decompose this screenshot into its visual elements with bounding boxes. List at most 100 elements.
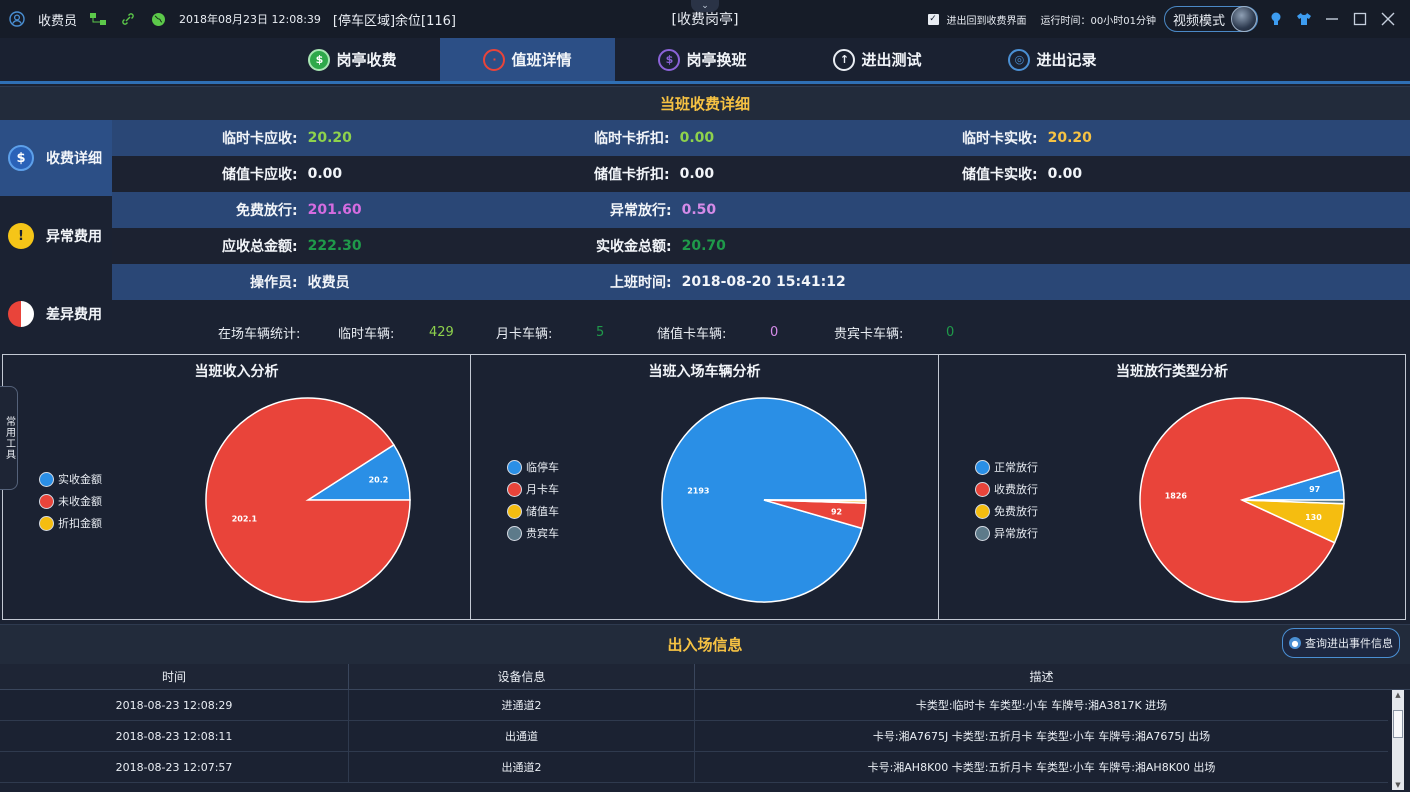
chart-panel-release-types: 当班放行类型分析 正常放行 收费放行 免费放行 异常放行 97 1826 130	[939, 355, 1405, 619]
close-icon[interactable]	[1378, 9, 1398, 29]
cell-description: 卡类型:临时卡 车类型:小车 车牌号:湘A3817K 进场	[915, 699, 1168, 712]
col-description[interactable]: 描述	[695, 664, 1388, 689]
legend-item[interactable]: 正常放行	[975, 459, 1038, 475]
user-icon[interactable]	[8, 10, 26, 28]
table-scrollbar[interactable]: ▲ ▼	[1392, 690, 1404, 790]
chart-panel-income: 当班收入分析 实收金额 未收金额 折扣金额 20.2 202.1	[3, 355, 471, 619]
scroll-thumb[interactable]	[1393, 710, 1403, 738]
total-paid: 实收金总额: 20.70	[596, 238, 726, 255]
tab-label: 值班详情	[511, 51, 572, 69]
tab-booth-fee[interactable]: $ 岗亭收费	[265, 38, 440, 81]
tab-label: 岗亭换班	[686, 51, 747, 69]
video-mode-label: 视频模式	[1172, 13, 1225, 29]
query-events-label: 查询进出事件信息	[1305, 637, 1393, 650]
shirt-icon[interactable]	[1294, 9, 1314, 29]
stored-paid: 储值卡实收: 0.00	[962, 166, 1083, 183]
chart-title: 当班收入分析	[194, 364, 279, 380]
temp-due: 临时卡应收: 20.20	[222, 130, 352, 147]
tab-entry-exit-records[interactable]: ◎ 进出记录	[965, 38, 1140, 81]
row-release: 免费放行: 201.60 异常放行: 0.50	[112, 192, 1410, 228]
cell-time: 2018-08-23 12:08:29	[0, 690, 349, 720]
dollar-icon: $	[308, 48, 331, 71]
vip-vehicles-label: 贵宾卡车辆:	[834, 326, 904, 342]
legend-swatch	[39, 471, 54, 487]
chart-title: 当班放行类型分析	[1116, 364, 1228, 380]
legend-item[interactable]: 实收金额	[39, 471, 102, 487]
dollar-icon: $	[8, 145, 34, 171]
row-operator: 操作员: 收费员 上班时间: 2018-08-20 15:41:12	[112, 264, 1410, 300]
stored-due: 储值卡应收: 0.00	[222, 166, 343, 183]
exchange-icon: $	[658, 48, 681, 71]
cell-time: 2018-08-23 12:07:57	[0, 752, 349, 782]
legend-swatch	[975, 459, 990, 475]
main-nav: $ 岗亭收费 · 值班详情 $ 岗亭换班 ↑ 进出测试 ◎ 进出记录	[0, 38, 1410, 84]
legend-item[interactable]: 折扣金额	[39, 515, 102, 531]
stored-discount: 储值卡折扣: 0.00	[594, 166, 715, 183]
scroll-down-icon[interactable]: ▼	[1392, 780, 1404, 790]
pie-data-label: 2193	[687, 487, 709, 496]
abnormal-release: 异常放行: 0.50	[610, 202, 717, 219]
col-time[interactable]: 时间	[0, 664, 349, 689]
temp-vehicles-label: 临时车辆:	[338, 326, 395, 342]
minimize-icon[interactable]	[1322, 9, 1342, 29]
charts-area: 当班收入分析 实收金额 未收金额 折扣金额 20.2 202.1 当班入场车辆分析…	[2, 354, 1406, 620]
table-header: 时间 设备信息 描述	[0, 664, 1410, 690]
network-icon	[89, 10, 107, 28]
return-checkbox-label: 进出回到收费界面	[946, 15, 1027, 27]
total-due: 应收总金额: 222.30	[222, 238, 362, 255]
bulb-icon[interactable]	[1266, 9, 1286, 29]
scroll-up-icon[interactable]: ▲	[1392, 690, 1404, 700]
pie-data-label: 92	[831, 507, 842, 516]
vehicle-stats: 在场车辆统计: 临时车辆: 429 月卡车辆: 5 储值卡车辆: 0 贵宾卡车辆…	[112, 312, 1410, 352]
legend-swatch	[975, 503, 990, 519]
chart-legend: 正常放行 收费放行 免费放行 异常放行	[975, 459, 1038, 541]
table-row[interactable]: 2018-08-23 12:08:29 进通道2 卡类型:临时卡 车类型:小车 …	[0, 690, 1388, 721]
maximize-icon[interactable]	[1350, 9, 1370, 29]
video-mode-toggle[interactable]: 视频模式	[1163, 6, 1258, 32]
parking-area: [停车区域]余位[116]	[332, 13, 457, 29]
legend-item[interactable]: 月卡车	[507, 481, 559, 497]
side-menu: $ 收费详细 ! 异常费用 差异费用	[0, 120, 112, 352]
common-tools-label: 常用工具	[3, 416, 15, 460]
cell-description: 卡号:湘AH8K00 卡类型:五折月卡 车类型:小车 车牌号:湘AH8K00 出…	[867, 761, 1216, 774]
stored-vehicles-label: 储值卡车辆:	[657, 326, 727, 342]
pie-slice[interactable]	[763, 499, 867, 502]
chart-panel-entry-vehicles: 当班入场车辆分析 临停车 月卡车 储值车 贵宾车 2193 92	[471, 355, 939, 619]
pie-chart-release-types: 97 1826 130	[1139, 397, 1345, 603]
side-item-label: 差异费用	[46, 307, 102, 323]
chevron-down-icon[interactable]: ⌄	[691, 0, 719, 12]
app-window: 收费员 2018年08月23日 12:08:39 [停车区域]余位[116] ⌄…	[0, 0, 1410, 792]
legend-item[interactable]: 异常放行	[975, 525, 1038, 541]
table-row[interactable]: 2018-08-23 12:08:11 出通道 卡号:湘A7675J 卡类型:五…	[0, 721, 1388, 752]
globe-icon	[149, 10, 167, 28]
legend-item[interactable]: 收费放行	[975, 481, 1038, 497]
legend-item[interactable]: 储值车	[507, 503, 559, 519]
side-item-abnormal-fees[interactable]: ! 异常费用	[0, 196, 112, 276]
toggle-knob	[1231, 6, 1257, 32]
legend-swatch	[39, 515, 54, 531]
pie-data-label: 130	[1305, 513, 1322, 522]
legend-item[interactable]: 贵宾车	[507, 525, 559, 541]
col-device[interactable]: 设备信息	[349, 664, 695, 689]
user-name: 收费员	[38, 13, 78, 29]
legend-item[interactable]: 未收金额	[39, 493, 102, 509]
cell-device: 进通道2	[349, 690, 695, 720]
table-row[interactable]: 2018-08-23 12:07:57 出通道2 卡号:湘AH8K00 卡类型:…	[0, 752, 1388, 783]
pie-data-label: 202.1	[232, 515, 258, 524]
legend-item[interactable]: 免费放行	[975, 503, 1038, 519]
tab-shift-change[interactable]: $ 岗亭换班	[615, 38, 790, 81]
row-stored-card: 储值卡应收: 0.00 储值卡折扣: 0.00 储值卡实收: 0.00	[112, 156, 1410, 192]
query-events-button[interactable]: ● 查询进出事件信息	[1282, 628, 1400, 658]
gauge-icon: ↑	[833, 48, 856, 71]
tab-entry-exit-test[interactable]: ↑ 进出测试	[790, 38, 965, 81]
monthly-vehicles: 5	[596, 324, 605, 340]
common-tools-tab[interactable]: 常用工具	[0, 386, 18, 490]
pie-slice[interactable]	[205, 397, 411, 603]
datetime: 2018年08月23日 12:08:39	[179, 13, 321, 26]
side-item-difference-fees[interactable]: 差异费用	[0, 276, 112, 352]
return-checkbox[interactable]: ✓	[927, 13, 939, 25]
legend-item[interactable]: 临停车	[507, 459, 559, 475]
tab-shift-details[interactable]: · 值班详情	[440, 38, 615, 81]
pie-chart-entry-vehicles: 2193 92	[661, 397, 867, 603]
side-item-fee-details[interactable]: $ 收费详细	[0, 120, 112, 196]
